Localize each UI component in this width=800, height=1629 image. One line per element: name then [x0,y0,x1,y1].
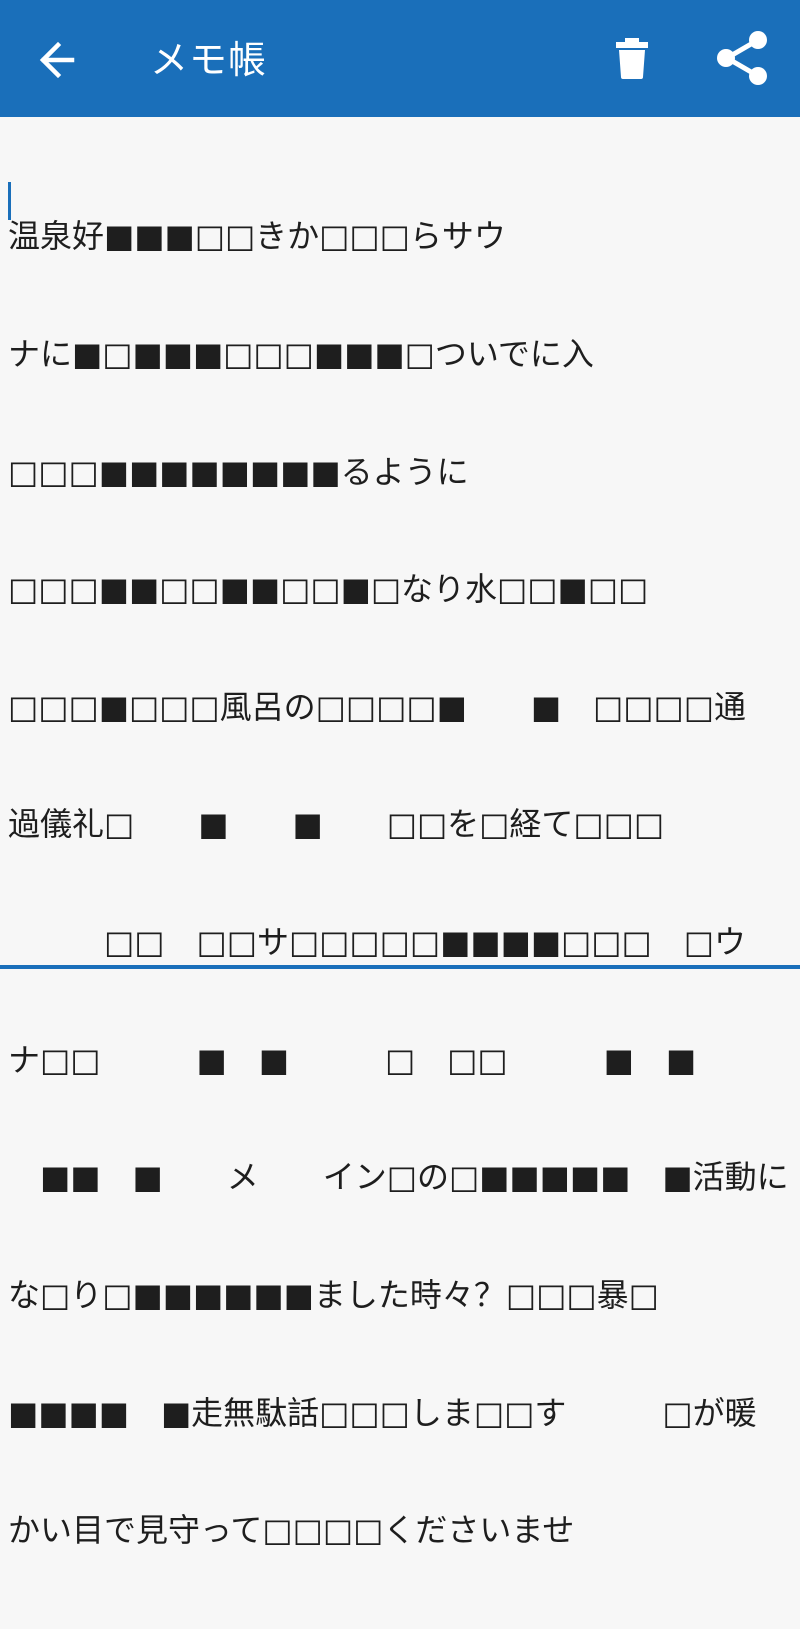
trash-icon [616,38,648,79]
arrow-left-icon [39,41,75,79]
note-line: □□ □□サ□□□□□■■■■□□□ □ウ [8,923,746,962]
delete-button[interactable] [604,30,660,86]
note-line: 過儀礼□ ■ ■ □□を□経て□□□ [8,805,665,844]
note-editor[interactable]: 温泉好■■■□□きか□□□らサウ ナに■□■■■□□□■■■□ついでに入 □□□… [0,117,800,1549]
text-cursor [8,182,11,220]
note-line: ナ□□ ■ ■ □ □□ ■ ■ [8,1040,697,1079]
share-button[interactable] [710,28,774,88]
note-line: ■■ ■ メ イン□の□■■■■■ ■活動に [8,1158,789,1197]
note-line: な□り□■■■■■■ました時々？□□□暴□ [8,1275,659,1314]
app-bar: メモ帳 [0,0,800,117]
note-text[interactable]: 温泉好■■■□□きか□□□らサウ ナに■□■■■□□□■■■□ついでに入 □□□… [8,139,800,1629]
back-button[interactable] [30,34,86,86]
share-icon [717,31,767,85]
note-line: □□□■■■■■■■■るように [8,452,469,491]
note-line: ■■■■ ■走無駄話□□□しま□□す □が暖 [8,1393,757,1432]
note-line: □□□■■□□■■□□■□なり水□□■□□ [8,570,649,609]
page-title: メモ帳 [150,38,268,82]
bottom-divider [0,965,800,969]
note-line: ナに■□■■■□□□■■■□ついでに入 [8,335,594,374]
note-line: □□□■□□□風呂の□□□□■ ■ □□□□通 [8,687,746,726]
note-line: 温泉好■■■□□きか□□□らサウ [8,217,506,256]
note-line: かい目で見守って□□□□くださいませ [8,1511,575,1550]
